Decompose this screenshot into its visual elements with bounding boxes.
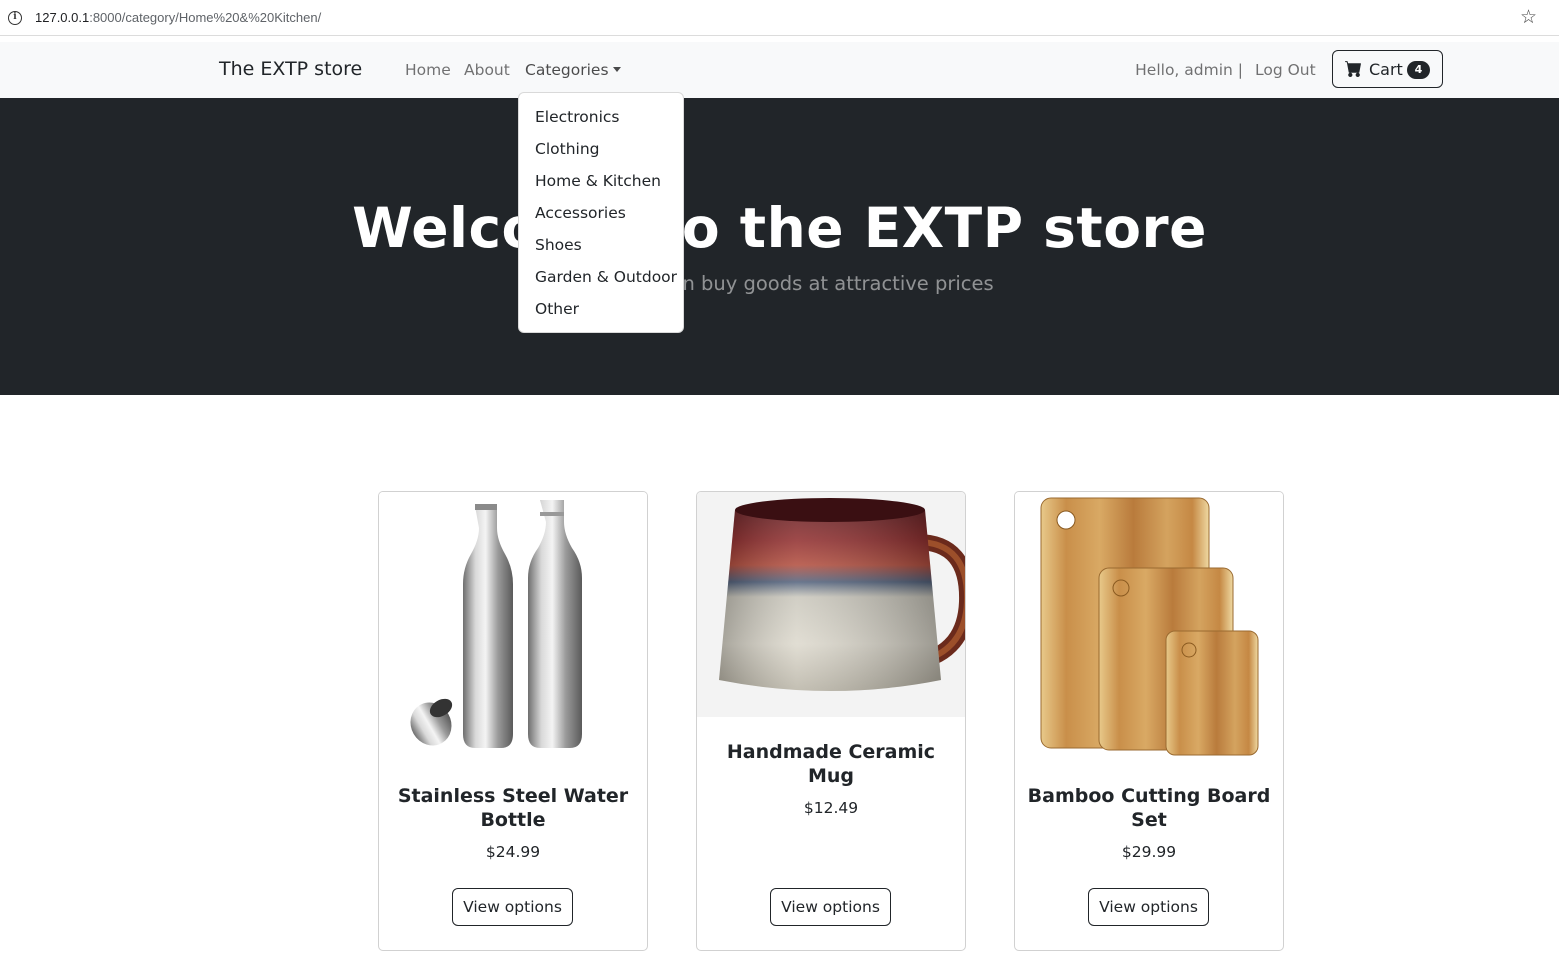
category-item-shoes[interactable]: Shoes <box>519 229 683 261</box>
caret-down-icon <box>612 67 621 72</box>
cart-button[interactable]: Cart 4 <box>1332 50 1443 88</box>
greeting-text: Hello, admin | <box>1135 61 1243 79</box>
url-path: :8000/category/Home%20&%20Kitchen/ <box>89 10 322 25</box>
product-price: $24.99 <box>485 843 541 861</box>
nav-home-link[interactable]: Home <box>405 61 451 79</box>
view-options-button[interactable]: View options <box>452 888 573 926</box>
nav-about-link[interactable]: About <box>464 61 510 79</box>
product-image-cutting-boards <box>1015 492 1283 762</box>
cart-label: Cart <box>1369 60 1403 79</box>
url-host: 127.0.0.1 <box>35 10 90 25</box>
bookmark-star-icon[interactable]: ☆ <box>1520 6 1537 28</box>
category-item-home-kitchen[interactable]: Home & Kitchen <box>519 165 683 197</box>
product-price: $12.49 <box>803 799 859 817</box>
navbar: The EXTP store Home About Categories Hel… <box>0 42 1559 98</box>
category-item-electronics[interactable]: Electronics <box>519 101 683 133</box>
product-card: Handmade Ceramic Mug $12.49 View options <box>696 491 966 951</box>
product-image-ceramic-mug <box>697 492 965 717</box>
hero-section: Welcome to the EXTP store Here you can b… <box>0 98 1559 395</box>
greeting-label: Hello, admin | <box>1135 61 1243 79</box>
categories-dropdown-menu: Electronics Clothing Home & Kitchen Acce… <box>518 92 684 333</box>
category-item-clothing[interactable]: Clothing <box>519 133 683 165</box>
cart-icon <box>1345 61 1361 77</box>
hero-subtitle: Here you can buy goods at attractive pri… <box>565 272 994 295</box>
url-field[interactable]: 127.0.0.1:8000/category/Home%20&%20Kitch… <box>35 10 321 25</box>
product-card: Bamboo Cutting Board Set $29.99 View opt… <box>1014 491 1284 951</box>
category-item-accessories[interactable]: Accessories <box>519 197 683 229</box>
product-title[interactable]: Bamboo Cutting Board Set <box>1025 784 1273 832</box>
category-item-other[interactable]: Other <box>519 293 683 325</box>
category-item-garden-outdoor[interactable]: Garden & Outdoor <box>519 261 683 293</box>
categories-label: Categories <box>525 61 609 79</box>
product-title[interactable]: Handmade Ceramic Mug <box>707 740 955 788</box>
site-info-icon[interactable]: i <box>8 11 22 25</box>
brand-link[interactable]: The EXTP store <box>219 58 362 80</box>
view-options-button[interactable]: View options <box>770 888 891 926</box>
cart-count-badge: 4 <box>1407 61 1430 79</box>
view-options-button[interactable]: View options <box>1088 888 1209 926</box>
nav-categories-dropdown[interactable]: Categories <box>525 61 621 79</box>
product-price: $29.99 <box>1121 843 1177 861</box>
product-card: Stainless Steel Water Bottle $24.99 View… <box>378 491 648 951</box>
product-title[interactable]: Stainless Steel Water Bottle <box>389 784 637 832</box>
logout-link[interactable]: Log Out <box>1255 61 1316 79</box>
browser-address-bar: i 127.0.0.1:8000/category/Home%20&%20Kit… <box>0 0 1559 36</box>
product-image-steel-bottles <box>379 492 647 754</box>
hero-title: Welcome to the EXTP store <box>352 196 1207 260</box>
